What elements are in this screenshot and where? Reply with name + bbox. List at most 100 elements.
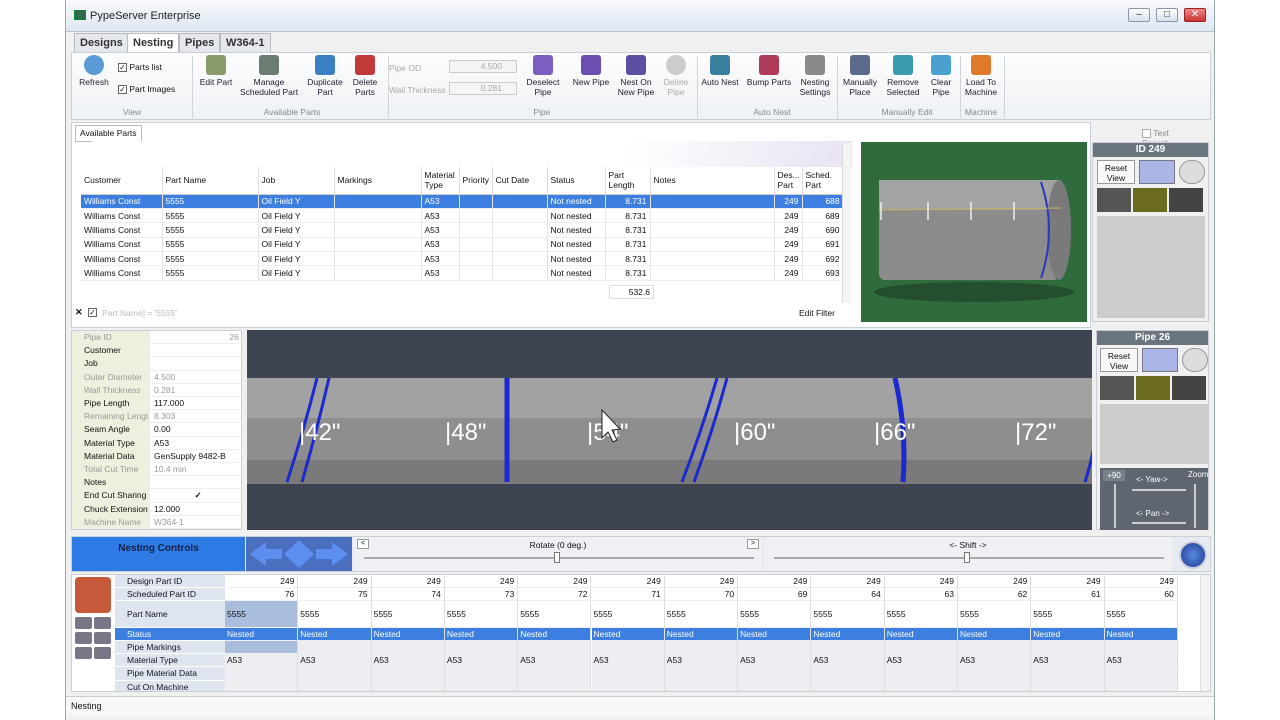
table-row[interactable]: Williams Const 5555 Oil Field Y A53 Not nest… xyxy=(81,194,844,209)
property-value[interactable]: 12.000 xyxy=(152,503,242,516)
manage-scheduled-part-button[interactable]: Manage Scheduled Part xyxy=(238,55,300,97)
shift-slider-thumb[interactable] xyxy=(964,552,970,563)
nested-cell[interactable] xyxy=(1104,680,1178,691)
column-header[interactable]: Sched. Part xyxy=(802,167,844,195)
property-value[interactable]: 26 xyxy=(152,331,242,344)
table-row[interactable]: Williams Const 5555 Oil Field Y A53 Not nest… xyxy=(81,208,844,224)
nested-cell[interactable] xyxy=(444,641,519,655)
nested-cell[interactable] xyxy=(298,667,372,681)
nested-cell[interactable] xyxy=(884,641,958,655)
nested-grid-scrollbar[interactable] xyxy=(1200,575,1210,691)
column-header[interactable]: Material Type xyxy=(421,167,460,195)
nested-cell[interactable]: 62 xyxy=(958,588,1032,602)
property-value[interactable]: 10.4 min xyxy=(152,463,242,476)
nested-cell[interactable]: 249 xyxy=(1031,575,1105,589)
nest-action-icon[interactable] xyxy=(1179,541,1207,569)
nested-cell[interactable] xyxy=(884,680,958,691)
view-left-icon[interactable] xyxy=(1100,376,1134,400)
move-right-icon[interactable] xyxy=(316,542,348,566)
property-value[interactable]: W364-1 xyxy=(152,516,242,529)
nested-cell[interactable]: 5555 xyxy=(884,601,958,628)
view-front-icon[interactable] xyxy=(1136,376,1170,400)
tab-available-parts[interactable]: Available Parts xyxy=(75,125,142,142)
property-value[interactable]: GenSupply 9482-B xyxy=(152,450,242,463)
nested-cell[interactable]: Nested xyxy=(1104,627,1178,641)
table-row[interactable]: Williams Const 5555 Oil Field Y A53 Not nest… xyxy=(81,237,844,253)
nested-cell[interactable] xyxy=(591,680,665,691)
nested-cell[interactable] xyxy=(518,667,592,681)
nested-cell[interactable]: 5555 xyxy=(518,601,592,628)
table-row[interactable]: Williams Const 5555 Oil Field Y A53 Not nest… xyxy=(81,265,844,281)
edit-filter-link[interactable]: Edit Filter xyxy=(799,308,835,318)
unwrap-view-icon[interactable] xyxy=(1142,348,1178,372)
nested-cell[interactable]: 69 xyxy=(738,588,812,602)
nested-cell[interactable] xyxy=(664,667,739,681)
nested-cell[interactable] xyxy=(444,680,519,691)
part-images-checkbox[interactable]: ✓ Part Images xyxy=(118,84,175,95)
view-right-icon[interactable] xyxy=(1172,376,1206,400)
nested-cell[interactable] xyxy=(738,641,812,655)
new-pipe-button[interactable]: New Pipe xyxy=(571,55,611,87)
nested-cell[interactable] xyxy=(958,667,1032,681)
layout-icon[interactable] xyxy=(94,617,111,629)
nested-cell[interactable]: 5555 xyxy=(444,601,519,628)
nested-cell[interactable]: 63 xyxy=(884,588,958,602)
column-header[interactable]: Job xyxy=(258,167,335,195)
nested-cell[interactable]: A53 xyxy=(884,654,958,668)
table-row[interactable]: Williams Const 5555 Oil Field Y A53 Not nest… xyxy=(81,251,844,267)
nested-cell[interactable]: 249 xyxy=(444,575,519,589)
nested-cell[interactable] xyxy=(958,641,1032,655)
nested-cell[interactable]: 75 xyxy=(298,588,372,602)
property-value[interactable]: 0.281 xyxy=(152,384,242,397)
duplicate-part-button[interactable]: Duplicate Part xyxy=(304,55,346,97)
nested-cell[interactable]: 71 xyxy=(591,588,665,602)
part-3d-view[interactable] xyxy=(861,142,1087,322)
nested-cell[interactable]: 5555 xyxy=(1104,601,1178,628)
nest-on-new-pipe-button[interactable]: Nest On New Pipe xyxy=(615,55,657,97)
nested-cell[interactable]: 249 xyxy=(518,575,592,589)
unwrap-view-icon[interactable] xyxy=(1139,160,1175,184)
layout-icon[interactable] xyxy=(94,632,111,644)
nested-cell[interactable]: 5555 xyxy=(664,601,739,628)
rotate-right-button[interactable]: > xyxy=(747,539,759,549)
nested-cell[interactable] xyxy=(225,680,299,691)
nested-cell[interactable] xyxy=(811,641,885,655)
nested-cell[interactable]: Nested xyxy=(884,627,958,641)
nested-cell[interactable]: 76 xyxy=(225,588,299,602)
column-header[interactable]: Des... Part xyxy=(774,167,803,195)
delete-parts-button[interactable]: Delete Parts xyxy=(348,55,382,97)
property-value[interactable]: 8.303 xyxy=(152,410,242,423)
nested-cell[interactable]: A53 xyxy=(811,654,885,668)
plus90-button[interactable]: +90 xyxy=(1103,470,1125,481)
property-value[interactable]: A53 xyxy=(152,437,242,450)
nested-cell[interactable]: A53 xyxy=(1104,654,1178,668)
view-left-icon[interactable] xyxy=(1097,188,1131,212)
nested-cell[interactable]: 5555 xyxy=(1031,601,1105,628)
nested-cell[interactable] xyxy=(298,680,372,691)
nested-cell[interactable]: 72 xyxy=(518,588,592,602)
refresh-button[interactable]: Refresh xyxy=(77,55,111,87)
pencil-icon[interactable] xyxy=(75,577,111,613)
nested-cell[interactable]: Nested xyxy=(298,627,372,641)
nested-cell[interactable] xyxy=(371,680,445,691)
nested-cell[interactable] xyxy=(811,680,885,691)
property-value[interactable]: 117.000 xyxy=(152,397,242,410)
nested-cell[interactable]: Nested xyxy=(664,627,739,641)
property-value[interactable]: 0.00 xyxy=(152,423,242,436)
clear-pipe-button[interactable]: Clear Pipe xyxy=(925,55,957,97)
column-header[interactable]: Part Name xyxy=(162,167,259,195)
nested-cell[interactable]: 249 xyxy=(591,575,665,589)
deselect-pipe-button[interactable]: Deselect Pipe xyxy=(523,55,563,97)
auto-nest-button[interactable]: Auto Nest xyxy=(699,55,741,87)
parts-list-checkbox[interactable]: ✓ Parts list xyxy=(118,62,162,73)
yaw-slider[interactable] xyxy=(1132,489,1186,491)
nested-cell[interactable] xyxy=(738,680,812,691)
nested-cell[interactable]: 5555 xyxy=(811,601,885,628)
nested-cell[interactable]: 74 xyxy=(371,588,445,602)
property-value[interactable] xyxy=(152,357,242,370)
column-header[interactable]: Customer xyxy=(81,167,163,195)
grid-scrollbar[interactable] xyxy=(842,143,851,303)
tab-designs[interactable]: Designs xyxy=(74,33,129,52)
filter-enabled-checkbox[interactable]: ✓ xyxy=(88,307,97,318)
nested-cell[interactable]: Nested xyxy=(738,627,812,641)
